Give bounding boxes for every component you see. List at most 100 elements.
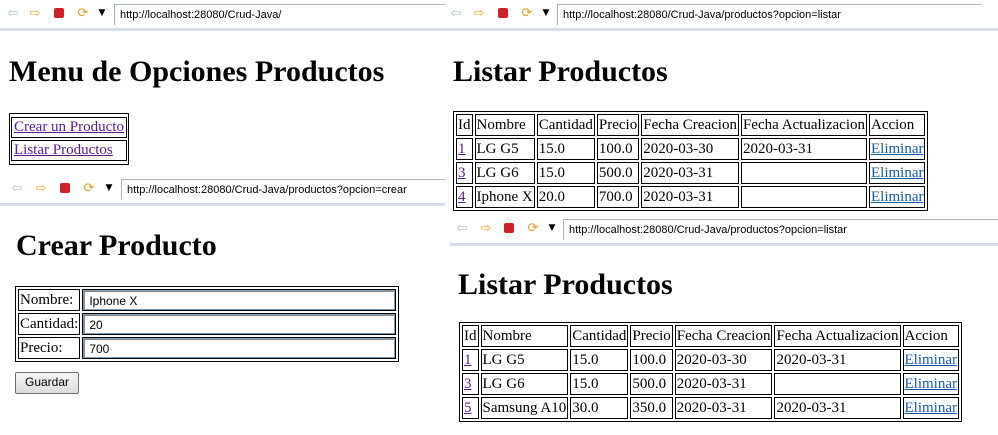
product-id-link[interactable]: 3 bbox=[464, 376, 472, 392]
browser-toolbar: ⇦ ⇨ ⟳ ▼ http://localhost:28080/Crud-Java… bbox=[0, 175, 445, 206]
forward-arrow-icon[interactable]: ⇨ bbox=[34, 181, 48, 195]
table-row: 1 LG G5 15.0 100.0 2020-03-30 2020-03-31 Elimi… bbox=[462, 349, 959, 371]
productos-table: Id Nombre Cantidad Precio Fecha Creacion Fech… bbox=[459, 322, 962, 422]
table-cell: 15.0 bbox=[536, 138, 595, 160]
stop-icon[interactable] bbox=[502, 221, 516, 235]
back-arrow-icon[interactable]: ⇦ bbox=[455, 221, 469, 235]
stop-icon[interactable] bbox=[52, 6, 66, 20]
table-header-row: Id Nombre Cantidad Precio Fecha Creacion Fech… bbox=[456, 114, 926, 136]
precio-input[interactable]: 700 bbox=[83, 338, 396, 358]
page-title: Listar Productos bbox=[453, 55, 668, 88]
table-cell: 15.0 bbox=[570, 349, 629, 371]
address-bar[interactable]: http://localhost:28080/Crud-Java/product… bbox=[563, 219, 998, 240]
crear-panel: ⇦ ⇨ ⟳ ▼ http://localhost:28080/Crud-Java… bbox=[0, 175, 445, 435]
address-bar[interactable]: http://localhost:28080/Crud-Java/ bbox=[114, 4, 445, 25]
table-cell: 500.0 bbox=[630, 373, 673, 395]
table-cell: 15.0 bbox=[570, 373, 629, 395]
listar-productos-link[interactable]: Listar Productos bbox=[14, 142, 113, 158]
table-cell: 2020-03-31 bbox=[774, 349, 901, 371]
table-row: 3 LG G6 15.0 500.0 2020-03-31 Eliminar bbox=[462, 373, 959, 395]
column-header: Fecha Actualizacion bbox=[740, 114, 867, 136]
nombre-input[interactable]: Iphone X bbox=[83, 290, 396, 310]
precio-label: Precio: bbox=[18, 337, 81, 359]
table-cell: 3 bbox=[456, 162, 473, 184]
table-cell: 2020-03-30 bbox=[674, 349, 773, 371]
eliminar-link[interactable]: Eliminar bbox=[905, 352, 958, 368]
forward-arrow-icon[interactable]: ⇨ bbox=[479, 221, 493, 235]
table-cell: Eliminar bbox=[902, 349, 959, 371]
forward-arrow-icon[interactable]: ⇨ bbox=[28, 6, 42, 20]
address-bar[interactable]: http://localhost:28080/Crud-Java/product… bbox=[557, 4, 981, 25]
dropdown-arrow-icon[interactable]: ▼ bbox=[539, 6, 553, 20]
page-title: Menu de Opciones Productos bbox=[9, 55, 385, 88]
table-cell: 1 bbox=[462, 349, 479, 371]
menu-panel: ⇦ ⇨ ⟳ ▼ http://localhost:28080/Crud-Java… bbox=[0, 0, 445, 175]
table-cell: 100.0 bbox=[630, 349, 673, 371]
product-id-link[interactable]: 1 bbox=[458, 141, 466, 157]
table-cell: Samsung A10 bbox=[480, 397, 569, 419]
table-cell: 100.0 bbox=[596, 138, 640, 160]
product-id-link[interactable]: 5 bbox=[464, 400, 472, 416]
table-row: 4 Iphone X 20.0 700.0 2020-03-31 Eliminar bbox=[456, 186, 926, 208]
table-cell: 2020-03-31 bbox=[774, 397, 901, 419]
table-cell: Eliminar bbox=[902, 373, 959, 395]
table-cell: 30.0 bbox=[570, 397, 629, 419]
product-id-link[interactable]: 1 bbox=[464, 352, 472, 368]
crear-form-table: Nombre: Iphone X Cantidad: 20 Precio: 70… bbox=[15, 286, 400, 362]
browser-toolbar: ⇦ ⇨ ⟳ ▼ http://localhost:28080/Crud-Java… bbox=[0, 0, 445, 31]
column-header: Nombre bbox=[480, 325, 569, 347]
product-id-link[interactable]: 4 bbox=[458, 189, 466, 205]
table-cell: LG G5 bbox=[480, 349, 569, 371]
table-cell: Eliminar bbox=[902, 397, 959, 419]
product-id-link[interactable]: 3 bbox=[458, 165, 466, 181]
table-cell: LG G6 bbox=[474, 162, 535, 184]
forward-arrow-icon[interactable]: ⇨ bbox=[472, 6, 486, 20]
stop-icon[interactable] bbox=[496, 6, 510, 20]
table-cell: Eliminar bbox=[868, 186, 926, 208]
dropdown-arrow-icon[interactable]: ▼ bbox=[102, 181, 116, 195]
column-header: Cantidad bbox=[536, 114, 595, 136]
dropdown-arrow-icon[interactable]: ▼ bbox=[545, 221, 559, 235]
page-title: Listar Productos bbox=[458, 268, 673, 301]
eliminar-link[interactable]: Eliminar bbox=[871, 189, 924, 205]
table-cell: Eliminar bbox=[868, 138, 926, 160]
eliminar-link[interactable]: Eliminar bbox=[905, 400, 958, 416]
cantidad-input[interactable]: 20 bbox=[83, 314, 396, 334]
crear-producto-link[interactable]: Crear un Producto bbox=[14, 119, 124, 135]
refresh-icon[interactable]: ⟳ bbox=[526, 221, 540, 235]
address-bar[interactable]: http://localhost:28080/Crud-Java/product… bbox=[121, 179, 445, 200]
cantidad-label: Cantidad: bbox=[18, 313, 81, 335]
back-arrow-icon[interactable]: ⇦ bbox=[6, 6, 20, 20]
table-cell: 2020-03-31 bbox=[674, 397, 773, 419]
column-header: Precio bbox=[596, 114, 640, 136]
refresh-icon[interactable]: ⟳ bbox=[76, 6, 90, 20]
table-cell: 15.0 bbox=[536, 162, 595, 184]
table-cell: 4 bbox=[456, 186, 473, 208]
browser-toolbar: ⇦ ⇨ ⟳ ▼ http://localhost:28080/Crud-Java… bbox=[450, 215, 998, 246]
table-row: 1 LG G5 15.0 100.0 2020-03-30 2020-03-31 Elimi… bbox=[456, 138, 926, 160]
listar-panel-1: ⇦ ⇨ ⟳ ▼ http://localhost:28080/Crud-Java… bbox=[445, 0, 998, 215]
table-cell: 3 bbox=[462, 373, 479, 395]
column-header: Accion bbox=[902, 325, 959, 347]
table-cell: LG G6 bbox=[480, 373, 569, 395]
column-header: Fecha Creacion bbox=[641, 114, 739, 136]
table-cell: 2020-03-31 bbox=[641, 186, 739, 208]
column-header: Cantidad bbox=[570, 325, 629, 347]
column-header: Accion bbox=[868, 114, 926, 136]
back-arrow-icon[interactable]: ⇦ bbox=[10, 181, 24, 195]
eliminar-link[interactable]: Eliminar bbox=[905, 376, 958, 392]
table-cell: 2020-03-31 bbox=[674, 373, 773, 395]
table-cell: 5 bbox=[462, 397, 479, 419]
table-cell: Eliminar bbox=[868, 162, 926, 184]
eliminar-link[interactable]: Eliminar bbox=[871, 165, 924, 181]
table-cell: 1 bbox=[456, 138, 473, 160]
productos-table: Id Nombre Cantidad Precio Fecha Creacion Fech… bbox=[453, 111, 929, 211]
refresh-icon[interactable]: ⟳ bbox=[82, 181, 96, 195]
refresh-icon[interactable]: ⟳ bbox=[520, 6, 534, 20]
stop-icon[interactable] bbox=[58, 181, 72, 195]
table-header-row: Id Nombre Cantidad Precio Fecha Creacion Fech… bbox=[462, 325, 959, 347]
guardar-button[interactable]: Guardar bbox=[15, 372, 80, 394]
dropdown-arrow-icon[interactable]: ▼ bbox=[95, 6, 109, 20]
back-arrow-icon[interactable]: ⇦ bbox=[449, 6, 463, 20]
eliminar-link[interactable]: Eliminar bbox=[871, 141, 924, 157]
